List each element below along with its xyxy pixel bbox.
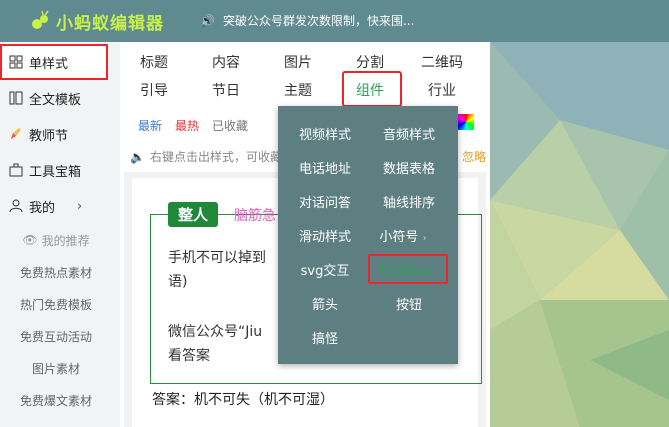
template-icon bbox=[9, 91, 23, 105]
color-picker-icon[interactable] bbox=[458, 114, 474, 130]
sidebar-item-label: 单样式 bbox=[29, 56, 69, 72]
app-header: 小蚂蚁编辑器 🔊 突破公众号群发次数限制，快来围... bbox=[0, 0, 669, 42]
sidebar-link[interactable]: 免费互动活动 bbox=[0, 320, 120, 352]
sidebar-item-label: 工具宝箱 bbox=[29, 164, 82, 180]
sidebar-item-teachers-day[interactable]: 教师节 bbox=[0, 116, 120, 152]
sidebar-link[interactable]: 免费热点素材 bbox=[0, 256, 120, 288]
tab-theme[interactable]: 主题 bbox=[270, 80, 326, 100]
sidebar-item-single-style[interactable]: 单样式 bbox=[0, 44, 108, 80]
menu-item-label: 小符号 bbox=[379, 230, 419, 245]
speaker-icon: 🔊 bbox=[200, 13, 215, 28]
logo-text: 小蚂蚁编辑器 bbox=[56, 13, 164, 34]
tab-guide[interactable]: 引导 bbox=[126, 80, 182, 100]
menu-item-arrow[interactable]: 箭头 bbox=[280, 294, 370, 313]
sidebar-item-mine[interactable]: 我的 › bbox=[0, 188, 120, 224]
user-icon bbox=[9, 199, 23, 213]
highlight-box-extras bbox=[368, 254, 448, 284]
sidebar-item-toolbox[interactable]: 工具宝箱 bbox=[0, 152, 120, 188]
recommend-label: 我的推荐 bbox=[41, 233, 90, 248]
tab-image[interactable]: 图片 bbox=[270, 52, 326, 72]
tab-divider[interactable]: 分割 bbox=[342, 52, 398, 72]
toolbox-icon bbox=[9, 163, 23, 177]
tab-holiday[interactable]: 节日 bbox=[198, 80, 254, 100]
sidebar: 单样式 全文模板 教师节 工具宝箱 我的 › 👁 我的推荐 免费热点素材 热门免… bbox=[0, 42, 120, 427]
menu-item-audio[interactable]: 音频样式 bbox=[364, 124, 454, 143]
chevron-right-icon: › bbox=[77, 198, 83, 214]
filter-favorites[interactable]: 已收藏 bbox=[212, 117, 248, 134]
menu-item-timeline[interactable]: 轴线排序 bbox=[364, 192, 454, 211]
tab-content[interactable]: 内容 bbox=[198, 52, 254, 72]
menu-item-phone-address[interactable]: 电话地址 bbox=[280, 158, 370, 177]
filter-newest[interactable]: 最新 bbox=[138, 117, 162, 134]
highlight-box-component bbox=[342, 71, 402, 107]
filter-hottest[interactable]: 最热 bbox=[175, 117, 199, 134]
category-row-2: 引导 节日 主题 组件 行业 bbox=[120, 74, 490, 102]
menu-item-button[interactable]: 按钮 bbox=[364, 294, 454, 313]
menu-item-data-table[interactable]: 数据表格 bbox=[364, 158, 454, 177]
tab-qrcode[interactable]: 二维码 bbox=[414, 52, 470, 72]
logo[interactable]: 小蚂蚁编辑器 bbox=[30, 8, 164, 34]
menu-item-svg-interactive[interactable]: svg交互 bbox=[280, 260, 370, 279]
ant-logo-icon bbox=[32, 10, 49, 29]
grid-icon bbox=[9, 55, 23, 69]
riddle-tag: 整人 bbox=[168, 202, 219, 227]
sidebar-recommend-header: 👁 我的推荐 bbox=[0, 224, 120, 256]
chevron-right-icon: › bbox=[422, 233, 427, 244]
sidebar-link[interactable]: 热门免费模板 bbox=[0, 288, 120, 320]
sidebar-item-label: 我的 bbox=[29, 200, 56, 216]
sidebar-item-label: 全文模板 bbox=[29, 92, 82, 108]
tab-industry[interactable]: 行业 bbox=[414, 80, 470, 100]
riddle-answer: 答案：机不可失（机不可湿） bbox=[152, 392, 334, 408]
sidebar-link[interactable]: 免费爆文素材 bbox=[0, 384, 120, 416]
menu-item-small-symbol[interactable]: 小符号 › bbox=[358, 226, 448, 245]
tip-bar: 🔈 右键点击出样式，可收藏 bbox=[130, 148, 282, 165]
category-row-1: 标题 内容 图片 分割 二维码 bbox=[120, 46, 490, 74]
tab-title[interactable]: 标题 bbox=[126, 52, 182, 72]
riddle-subtitle: 脑筋急 bbox=[234, 208, 276, 224]
pencil-icon bbox=[11, 128, 21, 139]
filter-bar: 最新 最热 已收藏 bbox=[138, 117, 248, 134]
speaker-icon: 🔈 bbox=[130, 149, 145, 164]
tip-text: 右键点击出样式，可收藏 bbox=[149, 150, 282, 164]
ignore-link[interactable]: 忽略 bbox=[462, 148, 486, 165]
sidebar-item-full-template[interactable]: 全文模板 bbox=[0, 80, 120, 116]
menu-item-dialog-qa[interactable]: 对话问答 bbox=[280, 192, 370, 211]
notice-text: 突破公众号群发次数限制，快来围... bbox=[222, 14, 415, 28]
notice-bar[interactable]: 🔊 突破公众号群发次数限制，快来围... bbox=[200, 12, 414, 29]
menu-item-video[interactable]: 视频样式 bbox=[280, 124, 370, 143]
sidebar-link[interactable]: 图片素材 bbox=[0, 352, 120, 384]
menu-item-funny[interactable]: 搞怪 bbox=[280, 328, 370, 347]
component-dropdown: 视频样式 音频样式 电话地址 数据表格 对话问答 轴线排序 滑动样式 小符号 ›… bbox=[278, 106, 458, 364]
eye-icon: 👁 bbox=[22, 233, 38, 247]
menu-item-slide[interactable]: 滑动样式 bbox=[280, 226, 370, 245]
sidebar-item-label: 教师节 bbox=[29, 128, 69, 144]
